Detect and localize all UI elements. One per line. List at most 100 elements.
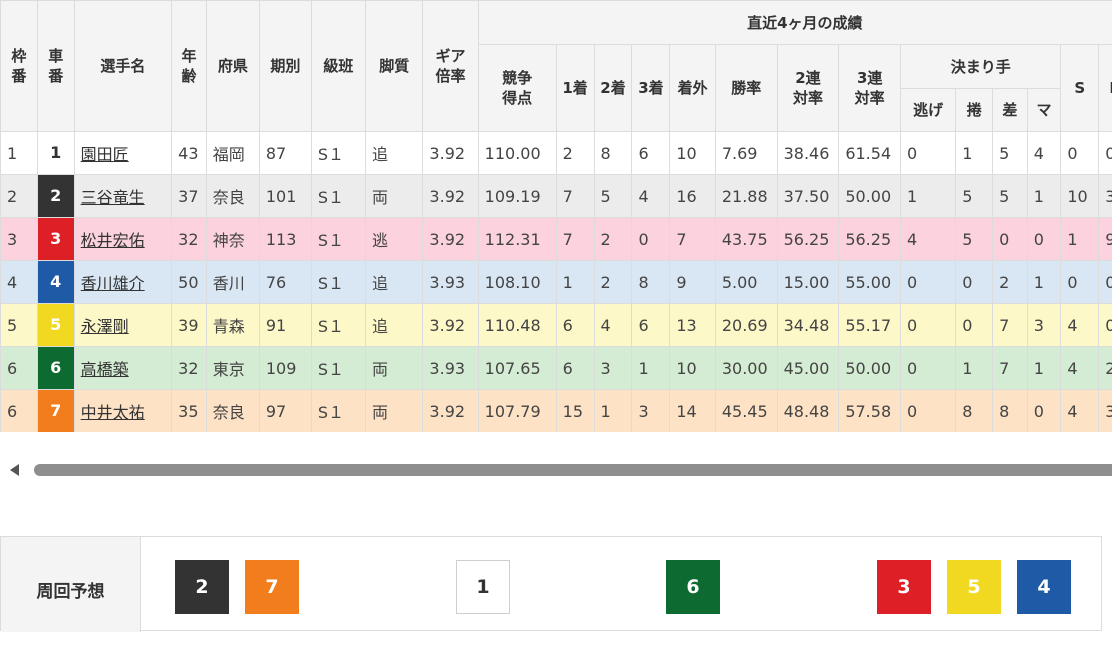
style-cell: 追 xyxy=(366,261,423,304)
horizontal-scrollbar[interactable] xyxy=(0,458,1112,482)
makuri-cell: 5 xyxy=(956,175,993,218)
prediction-car-badge: 7 xyxy=(245,560,299,614)
win-rate-cell: 30.00 xyxy=(715,347,777,390)
s-cell: 4 xyxy=(1061,390,1099,433)
top3-cell: 50.00 xyxy=(839,347,901,390)
header-sha: 車 番 xyxy=(37,1,74,132)
age-cell: 43 xyxy=(172,132,207,175)
first-cell: 15 xyxy=(556,390,594,433)
nige-cell: 0 xyxy=(901,132,956,175)
first-cell: 6 xyxy=(556,347,594,390)
b-cell: 2 xyxy=(1099,347,1112,390)
pref-cell: 青森 xyxy=(206,304,259,347)
table-row: 33松井宏佑32神奈113S１逃3.92112.31720743.7556.25… xyxy=(1,218,1112,261)
s-cell: 4 xyxy=(1061,304,1099,347)
score-cell: 109.19 xyxy=(478,175,556,218)
header-sashi: 差 xyxy=(993,89,1028,132)
waku-cell: 5 xyxy=(1,304,38,347)
style-cell: 追 xyxy=(366,304,423,347)
b-cell: 3 xyxy=(1099,175,1112,218)
car-number-badge: 4 xyxy=(38,261,74,303)
win-rate-cell: 5.00 xyxy=(715,261,777,304)
top2-cell: 15.00 xyxy=(777,261,839,304)
second-cell: 8 xyxy=(594,132,632,175)
pref-cell: 東京 xyxy=(206,347,259,390)
score-cell: 110.00 xyxy=(478,132,556,175)
prediction-car-badge: 2 xyxy=(175,560,229,614)
racer-name-link[interactable]: 園田匠 xyxy=(81,145,129,164)
table-row: 67中井太祐35奈良97S１両3.92107.7915131445.4548.4… xyxy=(1,390,1112,433)
score-cell: 107.79 xyxy=(478,390,556,433)
lap-prediction-box: 周回予想 2716354 xyxy=(0,536,1102,631)
first-cell: 7 xyxy=(556,175,594,218)
out-cell: 13 xyxy=(670,304,715,347)
makuri-cell: 1 xyxy=(956,132,993,175)
header-nige: 逃げ xyxy=(901,89,956,132)
waku-cell: 4 xyxy=(1,261,38,304)
car-number-badge: 5 xyxy=(38,304,74,346)
win-rate-cell: 20.69 xyxy=(715,304,777,347)
term-cell: 97 xyxy=(259,390,311,433)
header-pref: 府県 xyxy=(206,1,259,132)
header-age: 年 齢 xyxy=(172,1,207,132)
header-out: 着外 xyxy=(670,45,715,132)
racer-name-link[interactable]: 松井宏佑 xyxy=(81,231,145,250)
sashi-cell: 7 xyxy=(993,347,1028,390)
term-cell: 109 xyxy=(259,347,311,390)
scrollbar-thumb[interactable] xyxy=(34,464,1112,476)
prediction-car-badge: 5 xyxy=(947,560,1001,614)
header-top3: 3連 対率 xyxy=(839,45,901,132)
racer-name-cell: 松井宏佑 xyxy=(74,218,171,261)
car-number-cell: 2 xyxy=(37,175,74,218)
score-cell: 108.10 xyxy=(478,261,556,304)
racer-name-link[interactable]: 中井太祐 xyxy=(81,403,145,422)
second-cell: 5 xyxy=(594,175,632,218)
third-cell: 4 xyxy=(632,175,670,218)
header-win-rate: 勝率 xyxy=(715,45,777,132)
car-number-cell: 6 xyxy=(37,347,74,390)
top2-cell: 38.46 xyxy=(777,132,839,175)
style-cell: 逃 xyxy=(366,218,423,261)
waku-cell: 1 xyxy=(1,132,38,175)
top3-cell: 55.17 xyxy=(839,304,901,347)
out-cell: 10 xyxy=(670,347,715,390)
entry-table-container[interactable]: 枠 番 車 番 選手名 年 齢 府県 期別 級班 脚質 ギア 倍率 直近4ヶ月の… xyxy=(0,0,1112,432)
racer-name-link[interactable]: 香川雄介 xyxy=(81,274,145,293)
b-cell: 9 xyxy=(1099,218,1112,261)
gear-cell: 3.92 xyxy=(423,218,478,261)
scroll-left-arrow-icon[interactable] xyxy=(10,464,19,476)
class-cell: S１ xyxy=(311,218,365,261)
car-number-cell: 3 xyxy=(37,218,74,261)
makuri-cell: 0 xyxy=(956,304,993,347)
style-cell: 追 xyxy=(366,132,423,175)
racer-name-link[interactable]: 高橋築 xyxy=(81,360,129,379)
top3-cell: 57.58 xyxy=(839,390,901,433)
class-cell: S１ xyxy=(311,304,365,347)
s-cell: 1 xyxy=(1061,218,1099,261)
pref-cell: 奈良 xyxy=(206,390,259,433)
second-cell: 4 xyxy=(594,304,632,347)
term-cell: 91 xyxy=(259,304,311,347)
gear-cell: 3.92 xyxy=(423,132,478,175)
racer-name-link[interactable]: 永澤剛 xyxy=(81,317,129,336)
car-number-badge: 1 xyxy=(38,132,74,174)
class-cell: S１ xyxy=(311,347,365,390)
sashi-cell: 7 xyxy=(993,304,1028,347)
second-cell: 2 xyxy=(594,261,632,304)
top2-cell: 56.25 xyxy=(777,218,839,261)
waku-cell: 3 xyxy=(1,218,38,261)
header-top2: 2連 対率 xyxy=(777,45,839,132)
top2-cell: 34.48 xyxy=(777,304,839,347)
racer-name-cell: 香川雄介 xyxy=(74,261,171,304)
s-cell: 4 xyxy=(1061,347,1099,390)
first-cell: 6 xyxy=(556,304,594,347)
table-row: 44香川雄介50香川76S１追3.93108.1012895.0015.0055… xyxy=(1,261,1112,304)
nige-cell: 1 xyxy=(901,175,956,218)
car-number-badge: 2 xyxy=(38,175,74,217)
gear-cell: 3.92 xyxy=(423,175,478,218)
nige-cell: 0 xyxy=(901,261,956,304)
nige-cell: 4 xyxy=(901,218,956,261)
pref-cell: 奈良 xyxy=(206,175,259,218)
racer-name-link[interactable]: 三谷竜生 xyxy=(81,188,145,207)
header-style: 脚質 xyxy=(366,1,423,132)
